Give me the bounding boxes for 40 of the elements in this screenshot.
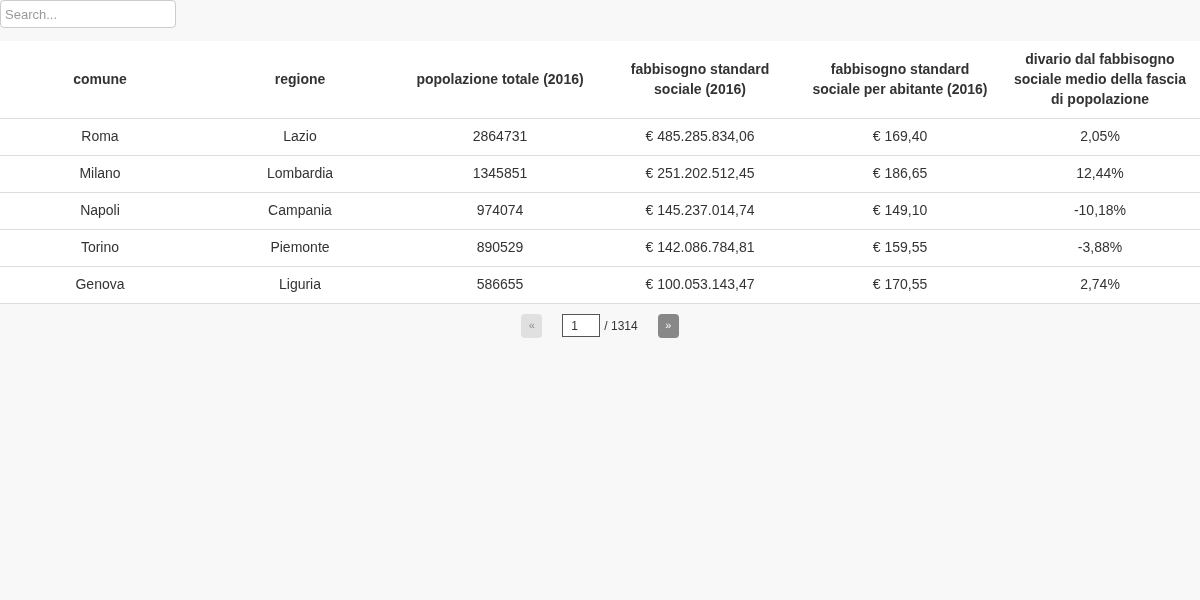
table-cell: -3,88% <box>1000 229 1200 266</box>
table-cell: 2864731 <box>400 118 600 155</box>
column-header: fabbisogno standard sociale (2016) <box>600 41 800 118</box>
table-cell: Piemonte <box>200 229 400 266</box>
table-cell: Lazio <box>200 118 400 155</box>
table-cell: € 485.285.834,06 <box>600 118 800 155</box>
table-cell: Liguria <box>200 266 400 303</box>
table-cell: Lombardia <box>200 155 400 192</box>
table-cell: € 100.053.143,47 <box>600 266 800 303</box>
table-cell: € 186,65 <box>800 155 1000 192</box>
table-cell: € 170,55 <box>800 266 1000 303</box>
column-header: comune <box>0 41 200 118</box>
table-cell: Genova <box>0 266 200 303</box>
table-cell: 2,05% <box>1000 118 1200 155</box>
table-cell: 890529 <box>400 229 600 266</box>
search-field[interactable]: Search... <box>0 0 176 28</box>
table-cell: € 145.237.014,74 <box>600 192 800 229</box>
table-cell: 2,74% <box>1000 266 1200 303</box>
table-cell: 974074 <box>400 192 600 229</box>
next-page-button[interactable]: » <box>657 313 679 338</box>
table-cell: -10,18% <box>1000 192 1200 229</box>
table-cell: 12,44% <box>1000 155 1200 192</box>
column-header: divario dal fabbisogno sociale medio della fascia di popolazione <box>1000 41 1200 118</box>
table-cell: Campania <box>200 192 400 229</box>
column-header: fabbisogno standard sociale per abitante (2016) <box>800 41 1000 118</box>
column-header: regione <box>200 41 400 118</box>
page-total: / 1314 <box>604 317 638 335</box>
page-number-field[interactable]: 1 <box>562 314 601 337</box>
column-header: popolazione totale (2016) <box>400 41 600 118</box>
table-cell: € 142.086.784,81 <box>600 229 800 266</box>
table-cell: Torino <box>0 229 200 266</box>
table-cell: Milano <box>0 155 200 192</box>
table-cell: € 169,40 <box>800 118 1000 155</box>
table-cell: € 159,55 <box>800 229 1000 266</box>
table-cell: € 149,10 <box>800 192 1000 229</box>
table-cell: Napoli <box>0 192 200 229</box>
table-cell: 586655 <box>400 266 600 303</box>
table-cell: € 251.202.512,45 <box>600 155 800 192</box>
table-cell: 1345851 <box>400 155 600 192</box>
table-cell: Roma <box>0 118 200 155</box>
